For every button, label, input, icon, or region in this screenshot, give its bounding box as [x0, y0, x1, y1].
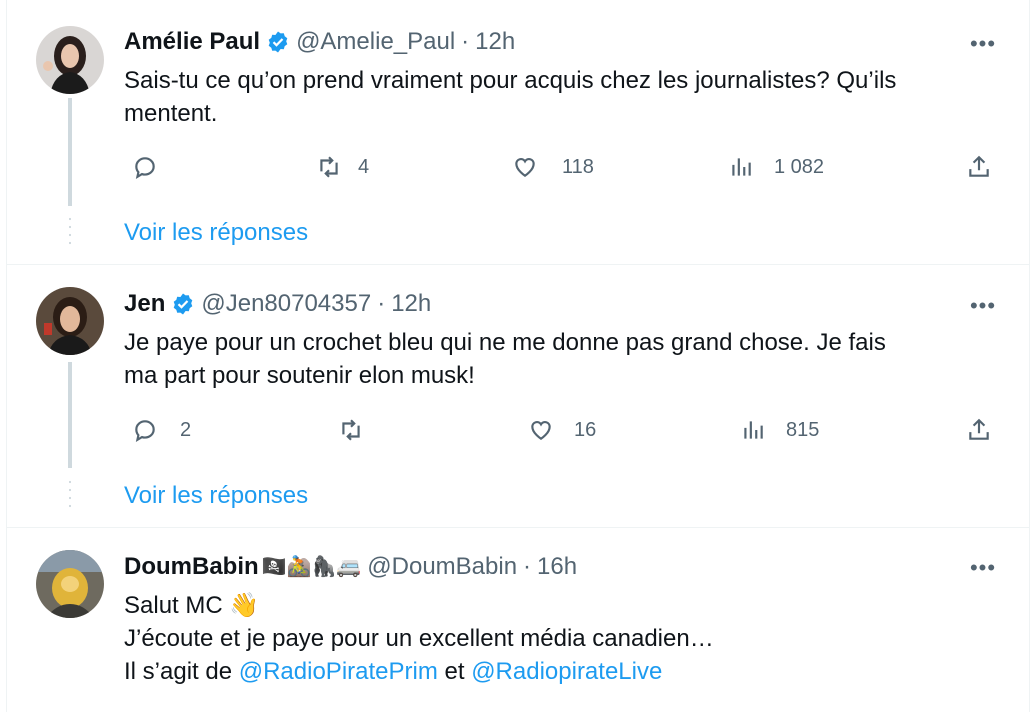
views-button[interactable]: 815: [740, 417, 819, 443]
author-handle[interactable]: @Amelie_Paul: [296, 27, 455, 57]
timestamp[interactable]: 16h: [537, 552, 577, 582]
like-button[interactable]: 118: [512, 154, 594, 180]
author-name[interactable]: Jen: [124, 289, 165, 319]
tweet-text: Salut MC 👋 J’écoute et je paye pour un e…: [124, 589, 1004, 688]
like-count: 118: [562, 155, 594, 178]
views-icon: [744, 421, 763, 439]
tweet-header: DoumBabin 🏴‍☠️🚵🦍🚐 @DoumBabin · 16h: [124, 552, 577, 582]
show-replies-link[interactable]: Voir les réponses: [124, 219, 308, 247]
share-icon: [969, 418, 989, 440]
avatar[interactable]: [36, 550, 104, 618]
name-emojis: 🏴‍☠️🚵🦍🚐: [261, 556, 362, 578]
thread-gap: [69, 215, 71, 249]
like-count: 16: [574, 418, 597, 441]
author-name[interactable]: DoumBabin: [124, 552, 259, 582]
timeline: Amélie Paul @Amelie_Paul · 12h ••• Sais-…: [6, 0, 1030, 712]
retweet-button[interactable]: [338, 417, 386, 443]
thread-line: [68, 98, 72, 206]
show-replies-link[interactable]: Voir les réponses: [124, 482, 308, 510]
divider: [7, 264, 1029, 265]
verified-badge-icon: [268, 31, 288, 53]
avatar[interactable]: [36, 26, 104, 94]
timestamp[interactable]: 12h: [391, 289, 431, 319]
tweet-text-line: Je paye pour un crochet bleu qui ne me d…: [124, 329, 886, 356]
retweet-icon: [342, 419, 360, 441]
tweet-actions: 4 118 1 082: [124, 154, 994, 184]
tweet-header: Amélie Paul @Amelie_Paul · 12h: [124, 27, 515, 57]
reply-icon: [135, 157, 155, 179]
separator: ·: [461, 28, 470, 55]
author-handle[interactable]: @DoumBabin: [367, 552, 517, 582]
share-icon: [969, 155, 989, 177]
reply-button[interactable]: 2: [132, 417, 191, 443]
tweet-text-line: Il s’agit de @RadioPiratePrim et @Radiop…: [124, 658, 663, 685]
avatar[interactable]: [36, 287, 104, 355]
share-button[interactable]: [966, 417, 992, 443]
tweet-actions: 2 16 815: [124, 417, 994, 447]
author-name[interactable]: Amélie Paul: [124, 27, 260, 57]
timestamp[interactable]: 12h: [475, 27, 515, 57]
share-button[interactable]: [966, 154, 992, 180]
reply-count: 2: [180, 418, 192, 441]
reply-icon: [135, 420, 155, 442]
tweet-text-line: J’écoute et je paye pour un excellent mé…: [124, 625, 714, 652]
heart-icon: [531, 421, 551, 440]
heart-icon: [515, 158, 535, 177]
views-count: 1 082: [774, 155, 825, 178]
more-options-icon[interactable]: •••: [969, 557, 997, 579]
retweet-button[interactable]: 4: [316, 154, 369, 180]
verified-badge-icon: [174, 293, 193, 315]
separator: ·: [523, 553, 532, 580]
views-icon: [732, 158, 751, 176]
more-options-icon[interactable]: •••: [969, 295, 997, 317]
reply-button[interactable]: [132, 154, 180, 180]
thread-line: [68, 362, 72, 468]
mention-link[interactable]: @RadioPiratePrim: [239, 658, 438, 685]
tweet-text-line: mentent.: [124, 100, 218, 127]
divider: [7, 527, 1029, 528]
tweet-text: Sais-tu ce qu’on prend vraiment pour acq…: [124, 64, 1004, 130]
views-count: 815: [786, 418, 820, 441]
views-button[interactable]: 1 082: [728, 154, 824, 180]
waving-hand-emoji: 👋: [229, 592, 260, 619]
tweet-text-line: Salut MC 👋: [124, 592, 260, 619]
author-handle[interactable]: @Jen80704357: [201, 289, 371, 319]
tweet-text-line: Sais-tu ce qu’on prend vraiment pour acq…: [124, 67, 897, 94]
like-button[interactable]: 16: [528, 417, 596, 443]
separator: ·: [377, 290, 386, 317]
retweet-icon: [320, 156, 338, 178]
tweet-text: Je paye pour un crochet bleu qui ne me d…: [124, 326, 1004, 392]
mention-link[interactable]: @RadiopirateLive: [471, 658, 662, 685]
retweet-count: 4: [358, 155, 370, 178]
tweet-header: Jen @Jen80704357 · 12h: [124, 289, 431, 319]
more-options-icon[interactable]: •••: [969, 33, 997, 55]
tweet-text-line: ma part pour soutenir elon musk!: [124, 362, 475, 389]
thread-gap: [69, 478, 71, 512]
